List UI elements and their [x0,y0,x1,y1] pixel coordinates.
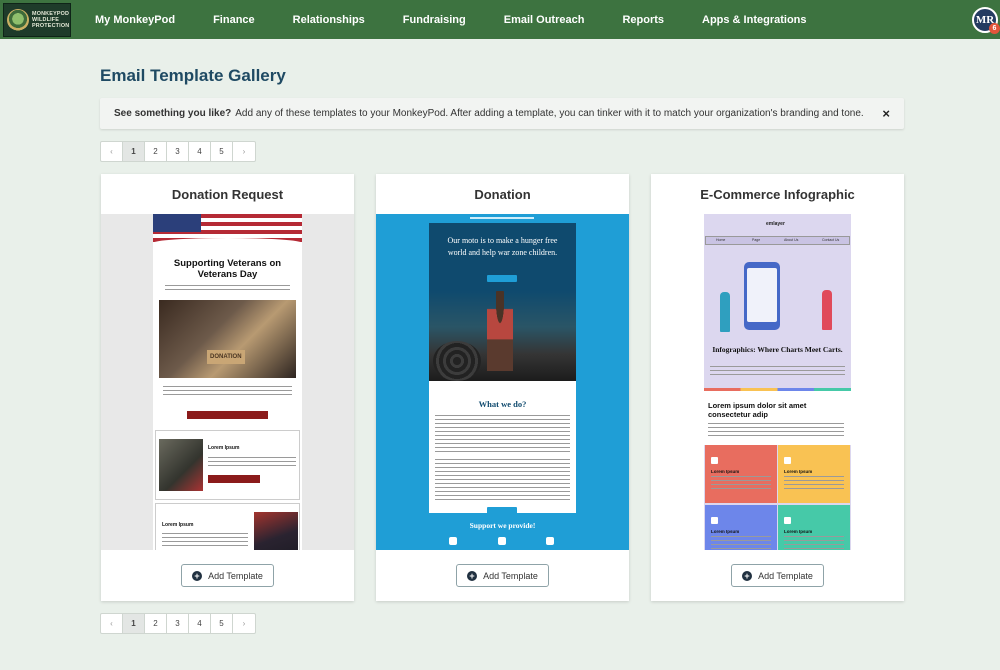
add-template-label: Add Template [483,570,538,581]
nav-item-email-outreach[interactable]: Email Outreach [504,14,585,26]
template-card-donation-request: Donation Request Supporting Veterans on … [101,174,354,601]
plus-circle-icon: + [467,570,478,581]
template-preview[interactable]: Supporting Veterans on Veterans Day Lore… [101,214,354,550]
page-button-3[interactable]: 3 [167,142,189,161]
plus-circle-icon: + [192,570,203,581]
template-preview[interactable]: emlayer Home Page About Us Contact Us In… [651,214,904,550]
soldier-photo [159,439,203,491]
notice-bold-text: See something you like? [114,108,232,119]
template-card-donation: Donation Our moto is to make a hunger fr… [376,174,629,601]
org-logo[interactable]: MONKEYPOD WILDLIFE PROTECTION [3,3,71,37]
info-notice: See something you like? Add any of these… [100,98,904,129]
add-template-button[interactable]: + Add Template [731,564,824,587]
nav-item-fundraising[interactable]: Fundraising [403,14,466,26]
preview-hero-text: Our moto is to make a hunger free world … [447,236,558,257]
card-title: Donation [474,186,531,202]
page-button-4[interactable]: 4 [189,142,211,161]
page-button-5[interactable]: 5 [211,142,233,161]
pagination-bottom: ‹ 1 2 3 4 5 › [100,613,256,634]
page-button-3[interactable]: 3 [167,614,189,633]
preview-menu: Home Page About Us Contact Us [705,236,850,245]
chevron-right-icon[interactable]: › [233,142,255,161]
add-template-button[interactable]: + Add Template [456,564,549,587]
plus-circle-icon: + [742,570,753,581]
page-button-4[interactable]: 4 [189,614,211,633]
preview-section-title: Lorem ipsum dolor sit amet consectetur a… [708,401,807,419]
donation-photo [159,300,296,378]
add-template-label: Add Template [758,570,813,581]
preview-heading: Supporting Veterans on Veterans Day [173,258,282,280]
page-button-2[interactable]: 2 [145,142,167,161]
nav-item-my-monkeypod[interactable]: My MonkeyPod [95,14,175,26]
nav-item-relationships[interactable]: Relationships [293,14,365,26]
page-button-2[interactable]: 2 [145,614,167,633]
gift-icon [449,537,457,545]
close-icon[interactable]: × [882,106,890,121]
chevron-right-icon[interactable]: › [233,614,255,633]
template-card-ecommerce-infographic: E-Commerce Infographic emlayer Home Page… [651,174,904,601]
heart-icon [498,537,506,545]
card-title: E-Commerce Infographic [700,186,855,202]
nav-item-apps-integrations[interactable]: Apps & Integrations [702,14,807,26]
page-button-1[interactable]: 1 [123,142,145,161]
add-template-label: Add Template [208,570,263,581]
pagination-top: ‹ 1 2 3 4 5 › [100,141,256,162]
flag-image [153,214,302,248]
page-button-5[interactable]: 5 [211,614,233,633]
preview-donate-button [187,411,268,419]
nav-item-reports[interactable]: Reports [622,14,664,26]
phone-illustration [744,262,780,330]
notice-text: Add any of these templates to your Monke… [235,108,864,119]
preview-section-title: What we do? [478,399,527,409]
preview-info-title: Infographics: Where Charts Meet Carts. [712,345,843,354]
nav-item-finance[interactable]: Finance [213,14,255,26]
top-nav: MONKEYPOD WILDLIFE PROTECTION My MonkeyP… [0,0,1000,39]
chevron-left-icon[interactable]: ‹ [101,142,123,161]
chevron-left-icon[interactable]: ‹ [101,614,123,633]
preview-footer-title: Support we provide! [469,521,536,530]
template-preview[interactable]: Our moto is to make a hunger free world … [376,214,629,550]
page-button-1[interactable]: 1 [123,614,145,633]
logo-line-3: PROTECTION [32,23,70,29]
preview-sub2-title: Lorem Ipsum [162,522,194,528]
notification-badge[interactable]: 6 [989,23,1000,34]
seal-icon [7,9,29,31]
card-title: Donation Request [171,186,284,202]
nav-menu: My MonkeyPod Finance Relationships Fundr… [95,0,845,39]
page-title: Email Template Gallery [100,66,286,85]
preview-sub1-title: Lorem Ipsum [208,445,240,451]
box-icon [546,537,554,545]
add-template-button[interactable]: + Add Template [181,564,274,587]
preview-brand: emlayer [766,221,785,227]
